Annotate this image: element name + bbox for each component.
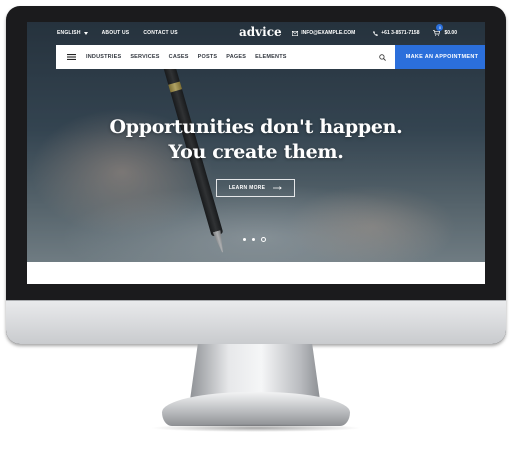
about-us-link[interactable]: ABOUT US [102,30,130,36]
learn-more-label: LEARN MORE [228,185,266,191]
language-label: ENGLISH [57,30,81,36]
learn-more-button[interactable]: LEARN MORE [216,179,295,197]
slider-dot-1[interactable] [243,238,246,241]
language-selector[interactable]: ENGLISH [57,30,88,36]
make-appointment-button[interactable]: MAKE AN APPOINTMENT [395,45,485,69]
cart-button[interactable]: 0 $0.00 [433,24,457,36]
nav-item-posts[interactable]: POSTS [198,54,218,60]
email-text: INFO@EXAMPLE.COM [301,30,356,36]
envelope-icon [292,30,299,36]
cart-count-badge: 0 [436,24,444,31]
arrow-right-icon [273,186,283,190]
slider-pagination [243,237,266,242]
top-bar-contact: INFO@EXAMPLE.COM +61 3-8571-7158 0 $0.00 [292,22,457,44]
nav-menu: INDUSTRIES SERVICES CASES POSTS PAGES EL… [86,54,287,60]
hero-slider: ENGLISH ABOUT US CONTACT US advice INFO@… [27,22,485,262]
phone-text: +61 3-8571-7158 [381,30,420,36]
phone-link[interactable]: +61 3-8571-7158 [373,30,419,36]
search-button[interactable] [370,45,394,69]
monitor-chin [6,300,506,344]
stand-shadow [150,424,362,432]
monitor-screen: ENGLISH ABOUT US CONTACT US advice INFO@… [27,22,485,284]
menu-button[interactable] [56,45,86,69]
slider-dot-3-active[interactable] [261,237,266,242]
headline-line-1: Opportunities don't happen. [109,116,403,138]
contact-us-link[interactable]: CONTACT US [143,30,177,36]
hamburger-menu-icon [66,54,76,60]
search-icon [378,53,386,61]
monitor-stand-base [162,392,350,426]
site-logo[interactable]: advice [239,25,282,39]
slider-dot-2[interactable] [252,238,255,241]
headline-line-2: You create them. [168,141,344,163]
nav-item-elements[interactable]: ELEMENTS [255,54,287,60]
nav-item-services[interactable]: SERVICES [130,54,159,60]
main-navigation: INDUSTRIES SERVICES CASES POSTS PAGES EL… [56,45,485,69]
nav-item-cases[interactable]: CASES [169,54,189,60]
email-link[interactable]: INFO@EXAMPLE.COM [292,30,355,36]
nav-item-industries[interactable]: INDUSTRIES [86,54,121,60]
cart-total: $0.00 [444,30,457,36]
phone-icon [373,30,379,36]
page-content-area [27,262,485,284]
chevron-down-icon [83,31,88,35]
hero-headline: Opportunities don't happen. You create t… [27,115,485,165]
nav-item-pages[interactable]: PAGES [226,54,246,60]
